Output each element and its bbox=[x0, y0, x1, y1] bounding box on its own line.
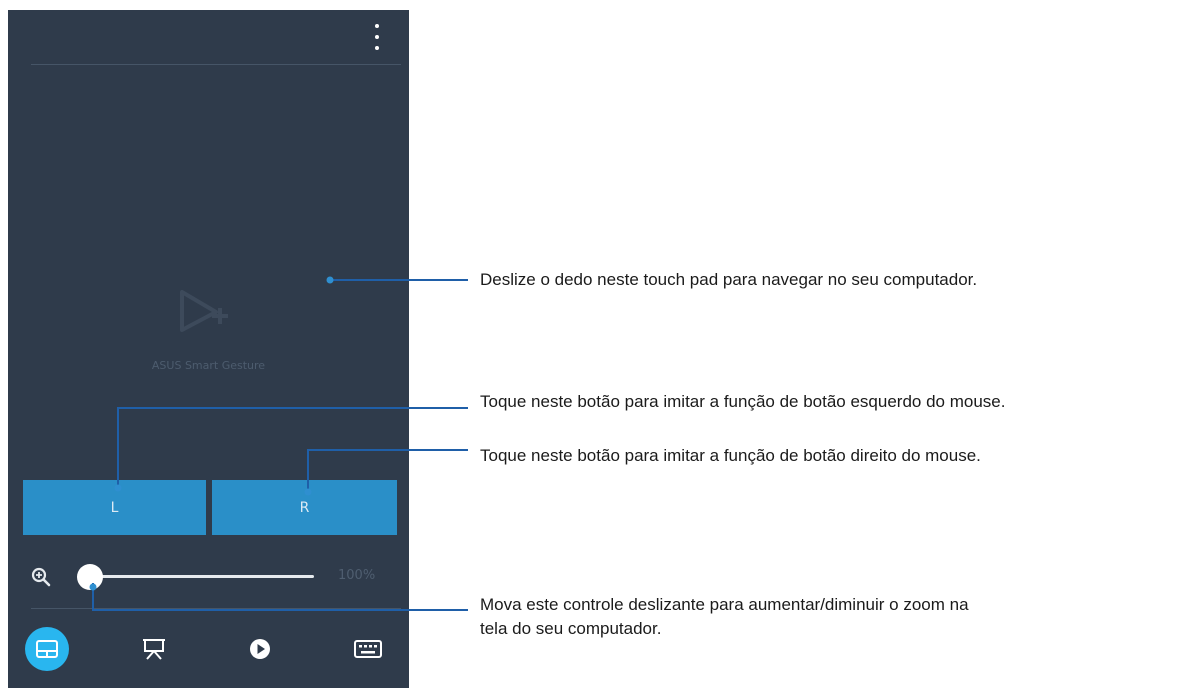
zoom-value: 100% bbox=[338, 568, 376, 583]
zoom-callout-line2: tela do seu computador. bbox=[480, 619, 662, 638]
nav-media-tab[interactable] bbox=[238, 627, 282, 671]
touchpad-callout: Deslize o dedo neste touch pad para nave… bbox=[480, 270, 978, 289]
zoom-slider-track[interactable] bbox=[91, 575, 314, 578]
smart-gesture-logo-icon bbox=[180, 290, 228, 332]
nav-keyboard-tab[interactable] bbox=[346, 627, 390, 671]
left-mouse-button[interactable]: L bbox=[23, 480, 206, 535]
touchpad-area[interactable]: ASUS Smart Gesture bbox=[8, 66, 409, 481]
left-button-callout: Toque neste botão para imitar a função d… bbox=[480, 392, 1006, 411]
more-vert-icon[interactable] bbox=[370, 24, 384, 50]
zoom-in-icon bbox=[31, 567, 51, 587]
touchpad-icon bbox=[36, 640, 58, 658]
nav-presentation-tab[interactable] bbox=[132, 627, 176, 671]
keyboard-icon bbox=[354, 640, 382, 658]
right-mouse-button[interactable]: R bbox=[212, 480, 397, 535]
top-divider bbox=[31, 64, 401, 65]
zoom-callout-line1: Mova este controle deslizante para aumen… bbox=[480, 595, 969, 614]
zoom-slider-thumb[interactable] bbox=[77, 564, 103, 590]
presentation-icon bbox=[143, 639, 165, 660]
touchpad-caption: ASUS Smart Gesture bbox=[151, 359, 266, 372]
right-button-callout: Toque neste botão para imitar a função d… bbox=[480, 446, 981, 465]
nav-touchpad-tab[interactable] bbox=[25, 627, 69, 671]
play-icon bbox=[250, 639, 270, 659]
smart-gesture-app: ASUS Smart Gesture L R 100% bbox=[8, 10, 409, 688]
bottom-divider bbox=[31, 608, 401, 609]
